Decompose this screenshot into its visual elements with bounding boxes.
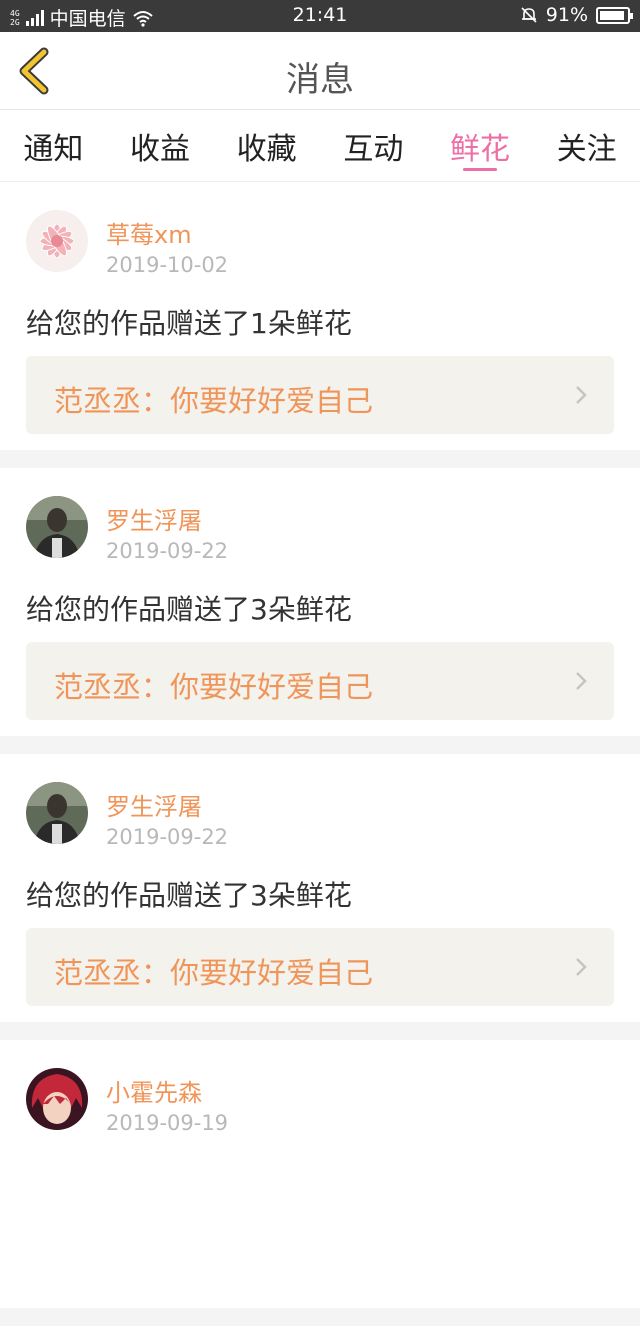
message-date: 2019-09-19 [106,1111,229,1135]
chevron-right-icon [576,958,587,976]
message-date: 2019-09-22 [106,539,229,563]
status-bar: 4G 2G 中国电信 21:41 91% [0,0,640,32]
silent-bell-icon [521,7,537,23]
quote-text: 范丞丞：你要好好爱自己 [54,956,374,990]
battery-icon [596,6,633,24]
tab-notify[interactable]: 通知 [0,110,107,181]
user-name[interactable]: 小霍先森 [106,1073,202,1108]
message-text: 给您的作品赠送了1朵鲜花 [26,307,352,340]
message-date: 2019-09-22 [106,825,229,849]
chevron-right-icon [576,672,587,690]
user-name[interactable]: 罗生浮屠 [106,787,202,822]
avatar[interactable] [26,496,88,558]
quote-text: 范丞丞：你要好好爱自己 [54,670,374,704]
anime-avatar-icon [26,1068,88,1130]
tab-income[interactable]: 收益 [107,110,214,181]
message-list: 草莓xm 2019-10-02 给您的作品赠送了1朵鲜花 范丞丞：你要好好爱自己… [0,182,640,1326]
tab-bar: 通知 收益 收藏 互动 鲜花 关注 [0,110,640,182]
avatar[interactable] [26,1068,88,1130]
person-avatar-icon [26,496,88,558]
message-text: 给您的作品赠送了3朵鲜花 [26,593,352,626]
quote-text: 范丞丞：你要好好爱自己 [54,384,374,418]
list-item[interactable]: 小霍先森 2019-09-19 [0,1040,640,1308]
list-item[interactable]: 罗生浮屠 2019-09-22 给您的作品赠送了3朵鲜花 范丞丞：你要好好爱自己 [0,754,640,1022]
avatar[interactable] [26,210,88,272]
work-quote-link[interactable]: 范丞丞：你要好好爱自己 [26,356,614,434]
tab-interaction[interactable]: 互动 [320,110,427,181]
tab-follow[interactable]: 关注 [533,110,640,181]
page-title: 消息 [286,60,354,100]
work-quote-link[interactable]: 范丞丞：你要好好爱自己 [26,642,614,720]
list-item[interactable]: 草莓xm 2019-10-02 给您的作品赠送了1朵鲜花 范丞丞：你要好好爱自己 [0,182,640,450]
battery-percent: 91% [545,4,588,26]
flower-avatar-icon [26,210,88,272]
avatar[interactable] [26,782,88,844]
nav-bar: 消息 [0,32,640,110]
list-item[interactable]: 罗生浮屠 2019-09-22 给您的作品赠送了3朵鲜花 范丞丞：你要好好爱自己 [0,468,640,736]
chevron-right-icon [576,386,587,404]
person-avatar-icon [26,782,88,844]
user-name[interactable]: 草莓xm [106,215,192,250]
tab-flowers[interactable]: 鲜花 [427,110,534,181]
work-quote-link[interactable]: 范丞丞：你要好好爱自己 [26,928,614,1006]
message-text: 给您的作品赠送了3朵鲜花 [26,879,352,912]
user-name[interactable]: 罗生浮屠 [106,501,202,536]
tab-favorites[interactable]: 收藏 [213,110,320,181]
message-date: 2019-10-02 [106,253,229,277]
